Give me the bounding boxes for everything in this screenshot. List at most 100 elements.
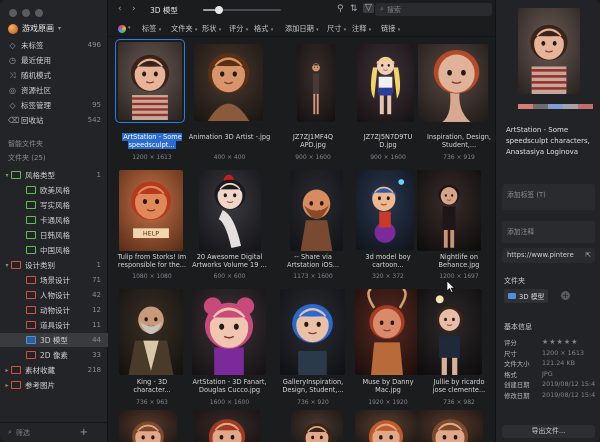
filter-dropdown[interactable]: 文件夹 ▾ — [171, 24, 197, 34]
folder-item[interactable]: 欧美风格 — [0, 183, 108, 197]
image-caption[interactable]: 20 Awesome Digital Artworks Volume 19 ..… — [187, 253, 272, 269]
image-thumbnail[interactable] — [280, 289, 345, 375]
sidebar-nav-item[interactable]: ⤨ 随机模式 — [0, 68, 108, 82]
folder-item[interactable]: 动物设计 12 — [0, 303, 108, 317]
folder-item[interactable]: 场景设计 71 — [0, 273, 108, 287]
folder-item[interactable]: 人物设计 42 — [0, 288, 108, 302]
folder-item[interactable]: 中国风格 — [0, 243, 108, 257]
smart-folders-title[interactable]: 智能文件夹 — [8, 139, 43, 149]
image-thumbnail[interactable] — [355, 410, 417, 442]
folders-title[interactable]: 文件夹 (25) — [8, 153, 46, 163]
image-thumbnail[interactable] — [194, 44, 263, 121]
image-caption[interactable]: ArtStation - Some speedsculpt... — [114, 133, 190, 149]
color-filter-icon[interactable] — [118, 25, 126, 33]
folder-item[interactable]: 日韩风格 — [0, 228, 108, 242]
filter-dropdown[interactable]: 评分 ▾ — [229, 24, 248, 34]
library-switcher[interactable]: 游戏原画 ▾ — [8, 23, 61, 34]
filter-dropdown[interactable]: 尺寸 ▾ — [327, 24, 346, 34]
image-thumbnail[interactable] — [290, 170, 343, 251]
image-thumbnail[interactable] — [355, 289, 419, 375]
sidebar-nav-item[interactable]: ◇ 标签管理 95 — [0, 98, 108, 112]
open-link-icon[interactable]: ⇱ — [585, 251, 591, 259]
search-box[interactable]: ⌕ 搜索 — [375, 3, 492, 16]
image-caption[interactable]: ArtStation - 3D Fanart, Douglas Cucco.jp… — [187, 378, 272, 394]
filter-dropdown[interactable]: 形状 ▾ — [202, 24, 221, 34]
image-thumbnail[interactable] — [357, 44, 414, 122]
image-caption[interactable]: Inspiration, Design, Student,... — [418, 133, 495, 149]
image-thumbnail[interactable] — [297, 44, 335, 122]
folder-item[interactable]: ▾ 设计类别 1 — [0, 258, 108, 272]
image-caption[interactable]: JZ7ZJ5N7D9TU D.jpg — [351, 133, 425, 149]
close-window-button[interactable] — [9, 9, 17, 17]
image-thumbnail[interactable] — [192, 289, 266, 375]
image-thumbnail[interactable] — [291, 410, 343, 442]
thumbnail-size-slider[interactable] — [203, 6, 281, 14]
folder-item[interactable]: ▸ 参考图片 — [0, 378, 108, 392]
image-caption[interactable]: Nightlife on Behance.jpg — [418, 253, 495, 269]
image-title[interactable]: ArtStation - Some speedsculpt characters… — [506, 125, 596, 158]
forward-arrow-icon[interactable]: › — [132, 4, 136, 14]
filter-dropdown[interactable]: 注释 ▾ — [352, 24, 371, 34]
filter-funnel-icon[interactable]: ▽ — [363, 3, 374, 13]
tags-input[interactable]: 添加标签 (T) — [502, 184, 595, 210]
filter-input[interactable]: 筛选 — [16, 428, 30, 438]
image-caption[interactable]: Jullie by ricardo jose clemente... — [418, 378, 495, 394]
image-caption[interactable]: Animation 3D Artist -.jpg — [187, 133, 272, 141]
filter-dropdown[interactable]: 格式 ▾ — [254, 24, 273, 34]
filter-dropdown[interactable]: 添加日期 ▾ — [285, 24, 319, 34]
search-input[interactable]: 搜索 — [387, 5, 401, 15]
back-arrow-icon[interactable]: ‹ — [118, 4, 122, 14]
folder-item[interactable]: ▸ 素材收藏 218 — [0, 363, 108, 377]
folder-item[interactable]: 写实风格 — [0, 198, 108, 212]
slider-knob[interactable] — [214, 6, 223, 14]
palette-swatch[interactable] — [563, 104, 578, 109]
url-field[interactable]: https://www.pintere ⇱ — [502, 248, 595, 263]
folder-item[interactable]: 卡通风格 — [0, 213, 108, 227]
image-thumbnail[interactable] — [418, 44, 488, 122]
rating-stars[interactable]: ★★★★★ — [542, 338, 596, 347]
disclosure-arrow-icon[interactable]: ▾ — [3, 172, 11, 179]
filter-dropdown[interactable]: 链接 ▾ — [381, 24, 400, 34]
folder-item[interactable]: 2D 像素 33 — [0, 348, 108, 362]
folder-filter[interactable]: ⌕ 筛选 + — [0, 422, 108, 442]
image-thumbnail[interactable] — [417, 170, 481, 251]
image-thumbnail[interactable]: HELP — [119, 170, 183, 251]
add-folder-icon[interactable]: + — [80, 427, 88, 438]
sidebar-nav-item[interactable]: ◎ 资源社区 — [0, 83, 108, 97]
palette-swatch[interactable] — [548, 104, 563, 109]
image-thumbnail[interactable] — [115, 39, 185, 123]
palette-swatch[interactable] — [518, 104, 533, 109]
image-caption[interactable]: Muse by Danny Mac.jpg — [351, 378, 425, 394]
minimize-window-button[interactable] — [22, 9, 30, 17]
preview-image[interactable] — [518, 8, 580, 94]
add-folder-button[interactable]: + — [561, 291, 570, 300]
folder-item[interactable]: 3D 模型 44 — [0, 333, 108, 347]
image-caption[interactable]: King - 3D character... — [114, 378, 190, 394]
image-caption[interactable]: -- Share via Artstation iOS... — [276, 253, 350, 269]
notes-input[interactable]: 添加注释 — [502, 221, 595, 243]
image-thumbnail[interactable] — [356, 170, 414, 250]
filter-dropdown[interactable]: 标签 ▾ — [142, 24, 161, 34]
image-caption[interactable]: 3d model boy cartoon... — [351, 253, 425, 269]
image-thumbnail[interactable] — [194, 410, 260, 442]
folder-item[interactable]: ▾ 风格类型 1 — [0, 168, 108, 182]
image-thumbnail[interactable] — [119, 289, 183, 375]
folder-chip[interactable]: 3D 模型 — [504, 289, 549, 303]
sidebar-nav-item[interactable]: ◇ 未标签 496 — [0, 38, 108, 52]
image-caption[interactable]: GalleryInspiration, Design, Student,... — [276, 378, 350, 394]
disclosure-arrow-icon[interactable]: ▸ — [3, 382, 11, 389]
disclosure-arrow-icon[interactable]: ▸ — [3, 367, 11, 374]
image-thumbnail[interactable] — [417, 289, 482, 375]
folder-item[interactable]: 道具设计 11 — [0, 318, 108, 332]
export-button[interactable]: 导出文件... — [502, 425, 595, 438]
sidebar-nav-item[interactable]: ⌫ 回收站 542 — [0, 113, 108, 127]
image-thumbnail[interactable] — [417, 410, 483, 442]
sort-icon[interactable]: ⇅ — [350, 4, 358, 14]
palette-swatch[interactable] — [578, 104, 593, 109]
zoom-window-button[interactable] — [35, 9, 43, 17]
image-thumbnail[interactable] — [119, 410, 177, 442]
image-caption[interactable]: JZ7ZJ1MF4Q APD.jpg — [276, 133, 350, 149]
disclosure-arrow-icon[interactable]: ▾ — [3, 262, 11, 269]
pin-icon[interactable]: ⚲ — [337, 4, 344, 14]
palette-swatch[interactable] — [533, 104, 548, 109]
